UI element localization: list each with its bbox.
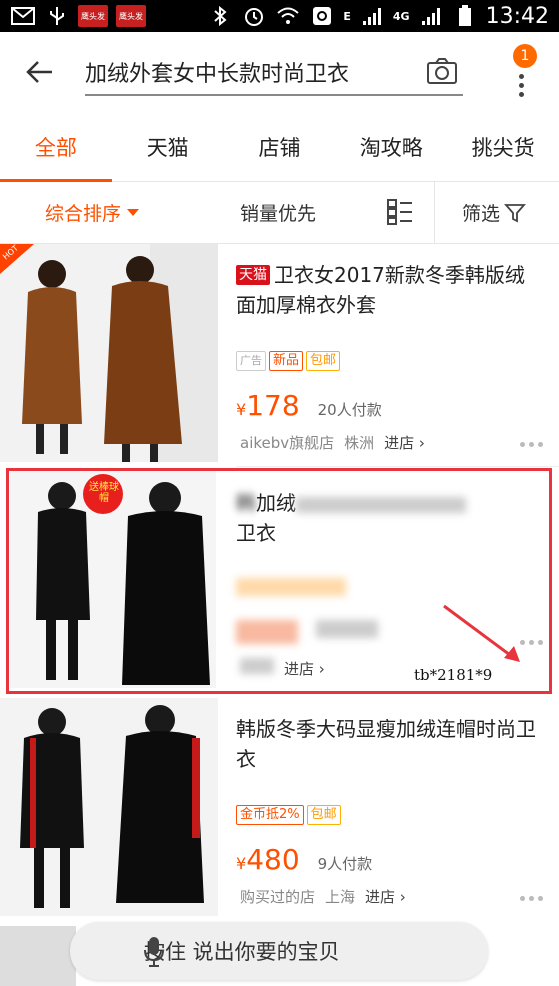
camera-button[interactable] [425, 54, 459, 88]
alarm-icon [241, 6, 267, 26]
price-row: ¥ 480 9人付款 [236, 843, 372, 876]
enter-shop-link[interactable]: 进店 › [365, 886, 406, 907]
free-shipping-tag: 包邮 [306, 351, 341, 371]
notification-badge: 1 [513, 44, 537, 68]
product-title: 韩版冬季大码显瘦加绒连帽时尚卫衣 [236, 717, 536, 771]
product-tags: 广告 新品 包邮 [236, 351, 341, 371]
tab-guides[interactable]: 淘攻略 [335, 112, 447, 181]
product-info: 韩版冬季大码显瘦加绒连帽时尚卫衣 金币抵2% 包邮 ¥ 480 9人付款 购买过… [236, 698, 539, 906]
product-tags: 金币抵2% 包邮 [236, 805, 341, 825]
annotation-arrow-icon [443, 604, 520, 662]
product-image[interactable]: HOT [0, 244, 218, 462]
clock: 13:42 [485, 3, 549, 29]
search-header: 加绒外套女中长款时尚卫衣 1 [0, 32, 559, 112]
sold-count: 20人付款 [317, 401, 382, 419]
product-image[interactable] [0, 698, 218, 916]
sold-count: 9人付款 [317, 855, 373, 873]
usb-icon [44, 6, 70, 26]
new-tag: 新品 [269, 351, 304, 371]
sort-default-button[interactable]: 综合排序 [45, 199, 140, 226]
product-image[interactable] [0, 926, 76, 986]
filter-button[interactable]: 筛选 [462, 199, 526, 226]
back-button[interactable] [22, 54, 58, 90]
battery-icon [452, 5, 478, 26]
mail-icon [10, 6, 36, 26]
tmall-badge: 天猫 [236, 265, 270, 285]
shop-location: 上海 [325, 888, 356, 906]
app-notification-icon: 鹰头发 [78, 5, 108, 27]
divider [236, 466, 559, 467]
search-input[interactable]: 加绒外套女中长款时尚卫衣 [85, 50, 463, 96]
watermark-text: tb*2181*9 [414, 666, 493, 684]
enter-shop-link[interactable]: 进店 › [384, 432, 425, 453]
product-title: 天猫 卫衣女2017新款冬季韩版绒面加厚棉衣外套 [236, 260, 539, 320]
microphone-icon [144, 937, 164, 967]
voice-search-button[interactable]: 按住 说出你要的宝贝 [70, 922, 488, 980]
sort-sales-button[interactable]: 销量优先 [240, 199, 316, 226]
product-price: 178 [246, 389, 300, 422]
more-menu-button[interactable]: 1 [505, 44, 541, 97]
status-bar: 鹰头发 鹰头发 E 4G 13:42 [0, 0, 559, 32]
product-info: 天猫 卫衣女2017新款冬季韩版绒面加厚棉衣外套 广告 新品 包邮 ¥ 178 2… [236, 244, 539, 452]
shop-location: 株洲 [344, 434, 375, 452]
product-item[interactable]: HOT 天猫 卫衣女2017新款冬季韩版绒面加厚棉衣外套 广告 新品 包邮 ¥ 1… [0, 244, 559, 467]
more-horizontal-icon[interactable] [520, 442, 543, 447]
bluetooth-icon [207, 6, 233, 26]
tab-premium[interactable]: 挑尖货 [447, 112, 559, 181]
app-notification-icon: 鹰头发 [116, 5, 146, 27]
arrow-left-icon [26, 61, 52, 83]
tab-all[interactable]: 全部 [0, 112, 112, 182]
camera-icon [427, 58, 457, 84]
network-type-4g: 4G [392, 9, 410, 23]
currency-symbol: ¥ [236, 400, 247, 419]
more-horizontal-icon[interactable] [520, 896, 543, 901]
shop-row: aikebv旗舰店 株洲 进店 › [240, 432, 425, 453]
price-row: ¥ 178 20人付款 [236, 389, 382, 422]
category-tabs: 全部 天猫 店铺 淘攻略 挑尖货 [0, 112, 559, 182]
filter-label: 筛选 [462, 203, 501, 225]
product-item[interactable]: 韩版冬季大码显瘦加绒连帽时尚卫衣 金币抵2% 包邮 ¥ 480 9人付款 购买过… [0, 698, 559, 920]
tab-shops[interactable]: 店铺 [224, 112, 336, 181]
signal-icon [418, 6, 444, 26]
free-shipping-tag: 包邮 [306, 805, 341, 825]
voice-search-label: 按住 说出你要的宝贝 [144, 940, 340, 964]
shop-name[interactable]: aikebv旗舰店 [240, 432, 334, 453]
list-layout-button[interactable] [386, 198, 416, 228]
wifi-icon [275, 6, 301, 26]
shop-row: 购买过的店 上海 进店 › [240, 886, 406, 907]
sync-icon [309, 6, 335, 26]
list-view-icon [387, 199, 412, 225]
divider [434, 182, 435, 244]
coin-discount-tag: 金币抵2% [236, 805, 304, 825]
currency-symbol: ¥ [236, 854, 247, 873]
ad-tag: 广告 [236, 351, 266, 371]
more-vertical-icon [519, 74, 525, 101]
product-price: 480 [246, 843, 300, 876]
network-type-e: E [343, 9, 351, 23]
sort-default-label: 综合排序 [45, 203, 122, 225]
sort-bar: 综合排序 销量优先 筛选 [0, 182, 559, 244]
filter-icon [504, 203, 526, 222]
signal-icon [359, 6, 385, 26]
caret-down-icon [127, 209, 140, 216]
shop-name[interactable]: 购买过的店 [240, 886, 315, 907]
product-title-text: 卫衣女2017新款冬季韩版绒面加厚棉衣外套 [236, 263, 525, 317]
search-query-text: 加绒外套女中长款时尚卫衣 [85, 62, 350, 87]
tab-tmall[interactable]: 天猫 [112, 112, 224, 181]
